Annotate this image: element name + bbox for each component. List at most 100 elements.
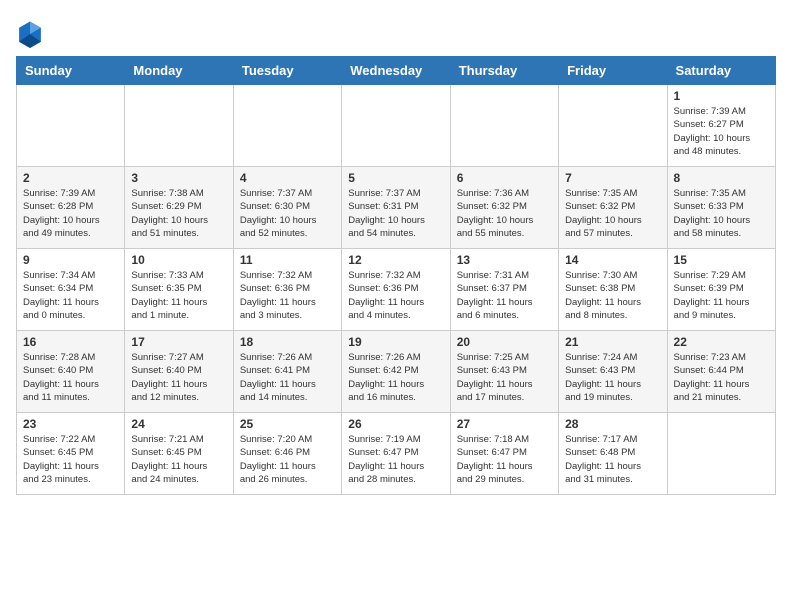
calendar-week-4: 16 Sunrise: 7:28 AM Sunset: 6:40 PM Dayli… <box>17 331 776 413</box>
day-info: Sunrise: 7:24 AM Sunset: 6:43 PM Dayligh… <box>565 351 660 404</box>
day-info: Sunrise: 7:26 AM Sunset: 6:41 PM Dayligh… <box>240 351 335 404</box>
day-number: 27 <box>457 417 552 431</box>
weekday-header-monday: Monday <box>125 57 233 85</box>
day-info: Sunrise: 7:21 AM Sunset: 6:45 PM Dayligh… <box>131 433 226 486</box>
calendar-cell <box>667 413 775 495</box>
day-info: Sunrise: 7:28 AM Sunset: 6:40 PM Dayligh… <box>23 351 118 404</box>
calendar-cell: 23 Sunrise: 7:22 AM Sunset: 6:45 PM Dayli… <box>17 413 125 495</box>
weekday-header-saturday: Saturday <box>667 57 775 85</box>
day-number: 16 <box>23 335 118 349</box>
calendar-cell: 7 Sunrise: 7:35 AM Sunset: 6:32 PM Daylig… <box>559 167 667 249</box>
day-info: Sunrise: 7:37 AM Sunset: 6:30 PM Dayligh… <box>240 187 335 240</box>
calendar-cell: 27 Sunrise: 7:18 AM Sunset: 6:47 PM Dayli… <box>450 413 558 495</box>
day-info: Sunrise: 7:26 AM Sunset: 6:42 PM Dayligh… <box>348 351 443 404</box>
calendar-cell: 12 Sunrise: 7:32 AM Sunset: 6:36 PM Dayli… <box>342 249 450 331</box>
calendar-cell <box>233 85 341 167</box>
day-number: 7 <box>565 171 660 185</box>
calendar-cell: 21 Sunrise: 7:24 AM Sunset: 6:43 PM Dayli… <box>559 331 667 413</box>
calendar-cell: 6Sunrise: 7:36 AM Sunset: 6:32 PM Daylig… <box>450 167 558 249</box>
calendar-cell: 13 Sunrise: 7:31 AM Sunset: 6:37 PM Dayli… <box>450 249 558 331</box>
calendar-cell <box>17 85 125 167</box>
calendar-week-1: 1 Sunrise: 7:39 AM Sunset: 6:27 PM Daylig… <box>17 85 776 167</box>
day-number: 20 <box>457 335 552 349</box>
calendar-cell: 26 Sunrise: 7:19 AM Sunset: 6:47 PM Dayli… <box>342 413 450 495</box>
weekday-header-sunday: Sunday <box>17 57 125 85</box>
day-info: Sunrise: 7:25 AM Sunset: 6:43 PM Dayligh… <box>457 351 552 404</box>
day-number: 9 <box>23 253 118 267</box>
day-info: Sunrise: 7:35 AM Sunset: 6:32 PM Dayligh… <box>565 187 660 240</box>
day-number: 26 <box>348 417 443 431</box>
day-number: 24 <box>131 417 226 431</box>
day-number: 28 <box>565 417 660 431</box>
day-number: 14 <box>565 253 660 267</box>
day-number: 22 <box>674 335 769 349</box>
calendar-cell: 14 Sunrise: 7:30 AM Sunset: 6:38 PM Dayli… <box>559 249 667 331</box>
day-number: 21 <box>565 335 660 349</box>
day-number: 23 <box>23 417 118 431</box>
day-info: Sunrise: 7:30 AM Sunset: 6:38 PM Dayligh… <box>565 269 660 322</box>
day-info: Sunrise: 7:33 AM Sunset: 6:35 PM Dayligh… <box>131 269 226 322</box>
day-number: 19 <box>348 335 443 349</box>
day-number: 2 <box>23 171 118 185</box>
calendar-cell: 9Sunrise: 7:34 AM Sunset: 6:34 PM Daylig… <box>17 249 125 331</box>
calendar-cell: 3 Sunrise: 7:38 AM Sunset: 6:29 PM Daylig… <box>125 167 233 249</box>
calendar-cell: 8Sunrise: 7:35 AM Sunset: 6:33 PM Daylig… <box>667 167 775 249</box>
weekday-header-row: SundayMondayTuesdayWednesdayThursdayFrid… <box>17 57 776 85</box>
day-info: Sunrise: 7:23 AM Sunset: 6:44 PM Dayligh… <box>674 351 769 404</box>
logo <box>16 20 48 48</box>
day-info: Sunrise: 7:39 AM Sunset: 6:27 PM Dayligh… <box>674 105 769 158</box>
calendar-week-5: 23 Sunrise: 7:22 AM Sunset: 6:45 PM Dayli… <box>17 413 776 495</box>
calendar-cell <box>342 85 450 167</box>
day-info: Sunrise: 7:37 AM Sunset: 6:31 PM Dayligh… <box>348 187 443 240</box>
calendar-cell: 10 Sunrise: 7:33 AM Sunset: 6:35 PM Dayli… <box>125 249 233 331</box>
day-number: 17 <box>131 335 226 349</box>
day-number: 5 <box>348 171 443 185</box>
day-info: Sunrise: 7:32 AM Sunset: 6:36 PM Dayligh… <box>240 269 335 322</box>
logo-icon <box>16 20 44 48</box>
day-info: Sunrise: 7:27 AM Sunset: 6:40 PM Dayligh… <box>131 351 226 404</box>
calendar-cell: 1 Sunrise: 7:39 AM Sunset: 6:27 PM Daylig… <box>667 85 775 167</box>
day-number: 10 <box>131 253 226 267</box>
calendar-cell <box>559 85 667 167</box>
calendar-cell: 28 Sunrise: 7:17 AM Sunset: 6:48 PM Dayli… <box>559 413 667 495</box>
calendar-cell: 24 Sunrise: 7:21 AM Sunset: 6:45 PM Dayli… <box>125 413 233 495</box>
day-info: Sunrise: 7:19 AM Sunset: 6:47 PM Dayligh… <box>348 433 443 486</box>
day-number: 1 <box>674 89 769 103</box>
weekday-header-wednesday: Wednesday <box>342 57 450 85</box>
calendar-cell <box>450 85 558 167</box>
day-info: Sunrise: 7:39 AM Sunset: 6:28 PM Dayligh… <box>23 187 118 240</box>
calendar-cell: 19 Sunrise: 7:26 AM Sunset: 6:42 PM Dayli… <box>342 331 450 413</box>
calendar-week-2: 2 Sunrise: 7:39 AM Sunset: 6:28 PM Daylig… <box>17 167 776 249</box>
calendar-cell: 5 Sunrise: 7:37 AM Sunset: 6:31 PM Daylig… <box>342 167 450 249</box>
calendar-cell <box>125 85 233 167</box>
weekday-header-friday: Friday <box>559 57 667 85</box>
day-number: 25 <box>240 417 335 431</box>
calendar-cell: 17 Sunrise: 7:27 AM Sunset: 6:40 PM Dayli… <box>125 331 233 413</box>
calendar-cell: 4 Sunrise: 7:37 AM Sunset: 6:30 PM Daylig… <box>233 167 341 249</box>
day-info: Sunrise: 7:17 AM Sunset: 6:48 PM Dayligh… <box>565 433 660 486</box>
day-info: Sunrise: 7:20 AM Sunset: 6:46 PM Dayligh… <box>240 433 335 486</box>
day-info: Sunrise: 7:29 AM Sunset: 6:39 PM Dayligh… <box>674 269 769 322</box>
day-info: Sunrise: 7:18 AM Sunset: 6:47 PM Dayligh… <box>457 433 552 486</box>
day-number: 12 <box>348 253 443 267</box>
calendar-cell: 16 Sunrise: 7:28 AM Sunset: 6:40 PM Dayli… <box>17 331 125 413</box>
day-number: 8 <box>674 171 769 185</box>
day-info: Sunrise: 7:31 AM Sunset: 6:37 PM Dayligh… <box>457 269 552 322</box>
day-info: Sunrise: 7:38 AM Sunset: 6:29 PM Dayligh… <box>131 187 226 240</box>
day-info: Sunrise: 7:36 AM Sunset: 6:32 PM Dayligh… <box>457 187 552 240</box>
day-info: Sunrise: 7:22 AM Sunset: 6:45 PM Dayligh… <box>23 433 118 486</box>
day-number: 13 <box>457 253 552 267</box>
calendar-cell: 15Sunrise: 7:29 AM Sunset: 6:39 PM Dayli… <box>667 249 775 331</box>
page-header <box>16 16 776 48</box>
calendar-cell: 11Sunrise: 7:32 AM Sunset: 6:36 PM Dayli… <box>233 249 341 331</box>
calendar-cell: 20 Sunrise: 7:25 AM Sunset: 6:43 PM Dayli… <box>450 331 558 413</box>
weekday-header-thursday: Thursday <box>450 57 558 85</box>
calendar-cell: 22 Sunrise: 7:23 AM Sunset: 6:44 PM Dayli… <box>667 331 775 413</box>
weekday-header-tuesday: Tuesday <box>233 57 341 85</box>
calendar-week-3: 9Sunrise: 7:34 AM Sunset: 6:34 PM Daylig… <box>17 249 776 331</box>
calendar-table: SundayMondayTuesdayWednesdayThursdayFrid… <box>16 56 776 495</box>
day-number: 3 <box>131 171 226 185</box>
calendar-cell: 18Sunrise: 7:26 AM Sunset: 6:41 PM Dayli… <box>233 331 341 413</box>
day-number: 4 <box>240 171 335 185</box>
day-info: Sunrise: 7:32 AM Sunset: 6:36 PM Dayligh… <box>348 269 443 322</box>
